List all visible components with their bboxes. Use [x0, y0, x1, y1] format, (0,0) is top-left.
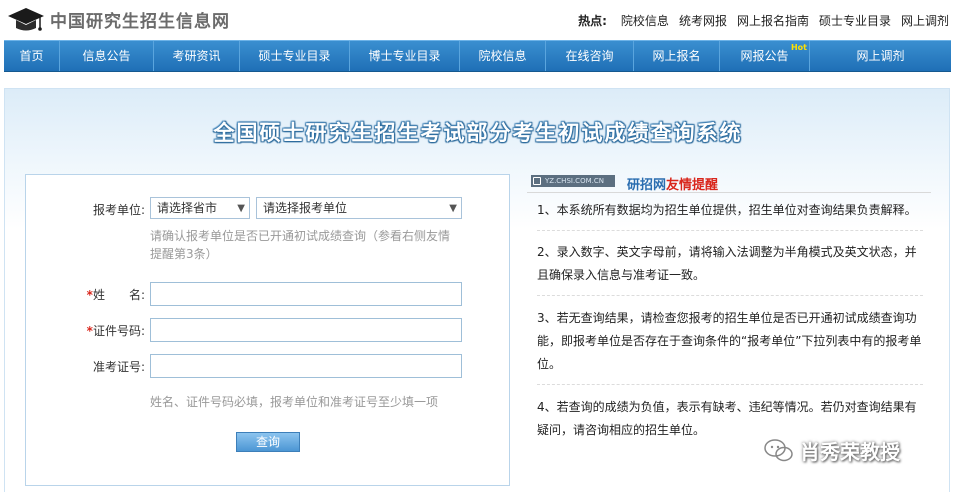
monitor-icon	[533, 177, 541, 185]
tips-panel: YZ.CHSI.COM.CN 研招网友情提醒 1、本系统所有数据均为招生单位提供…	[527, 169, 931, 469]
tips-tag-text: YZ.CHSI.COM.CN	[545, 177, 604, 185]
unit-select[interactable]: 请选择报考单位 ▼	[256, 197, 462, 219]
tips-tag: YZ.CHSI.COM.CN	[531, 175, 615, 187]
tips-title-brand: 研招网	[627, 178, 667, 193]
hot-link-master-catalog[interactable]: 硕士专业目录	[819, 12, 891, 29]
ticket-number-input[interactable]	[150, 354, 462, 378]
nav-item-register-notice[interactable]: 网报公告 Hot	[720, 41, 810, 71]
id-label: *证件号码:	[87, 322, 145, 339]
main-nav: 首页 信息公告 考研资讯 硕士专业目录 博士专业目录 院校信息 在线咨询 网上报…	[4, 40, 951, 72]
query-form: 报考单位: 请选择省市 ▼ 请选择报考单位 ▼ 请确认报考单位是否已开通初试成绩…	[25, 174, 510, 486]
nav-item-register-notice-label: 网报公告	[740, 49, 789, 63]
hot-link-exam-register[interactable]: 统考网报	[679, 12, 727, 29]
unit-label: 报考单位:	[92, 203, 145, 217]
nav-item-online-register[interactable]: 网上报名	[634, 41, 720, 71]
system-title: 全国硕士研究生招生考试部分考生初试成绩查询系统	[213, 121, 743, 145]
nav-item-home[interactable]: 首页	[4, 41, 60, 71]
tips-header: YZ.CHSI.COM.CN 研招网友情提醒	[527, 169, 931, 193]
id-row: *证件号码:	[26, 318, 511, 342]
wechat-icon	[764, 438, 794, 464]
id-number-input[interactable]	[150, 318, 462, 342]
hot-link-register-guide[interactable]: 网上报名指南	[737, 12, 809, 29]
tip-item: 1、本系统所有数据均为招生单位提供，招生单位对查询结果负责解释。	[537, 199, 923, 231]
chevron-down-icon: ▼	[237, 203, 245, 214]
watermark-text: 肖秀荣教授	[800, 440, 900, 464]
name-row: *姓 名:	[26, 282, 511, 306]
tip-item: 2、录入数字、英文字母前，请将输入法调整为半角模式及英文状态，并且确保录入信息与…	[537, 241, 923, 296]
ticket-label: 准考证号:	[92, 360, 145, 374]
watermark: 肖秀荣教授	[764, 436, 900, 465]
name-input[interactable]	[150, 282, 462, 306]
nav-item-schools[interactable]: 院校信息	[460, 41, 546, 71]
nav-item-adjustment[interactable]: 网上调剂	[810, 41, 951, 71]
province-select-value: 请选择省市	[157, 201, 218, 215]
site-logo[interactable]: 中国研究生招生信息网	[6, 4, 230, 34]
tips-title: 研招网友情提醒	[627, 174, 718, 193]
nav-item-exam-news[interactable]: 考研资讯	[154, 41, 240, 71]
nav-item-doctor-catalog[interactable]: 博士专业目录	[350, 41, 460, 71]
nav-item-announcements[interactable]: 信息公告	[60, 41, 154, 71]
id-label-text: 证件号码:	[92, 324, 145, 338]
hot-label: 热点:	[578, 14, 607, 28]
unit-row: 报考单位: 请选择省市 ▼ 请选择报考单位 ▼	[26, 197, 511, 221]
site-title: 中国研究生招生信息网	[50, 11, 230, 32]
score-query-panel: 全国硕士研究生招生考试部分考生初试成绩查询系统 报考单位: 请选择省市 ▼ 请选…	[4, 88, 950, 492]
hot-link-adjustment[interactable]: 网上调剂	[901, 12, 949, 29]
site-header: 中国研究生招生信息网 热点: 院校信息 统考网报 网上报名指南 硕士专业目录 网…	[0, 0, 953, 40]
name-label: *姓 名:	[87, 286, 145, 303]
name-label-text: 姓 名:	[92, 288, 145, 302]
province-select[interactable]: 请选择省市 ▼	[150, 197, 250, 219]
tip-item: 3、若无查询结果，请检查您报考的招生单位是否已开通初试成绩查询功能，即报考单位是…	[537, 307, 923, 385]
unit-hint: 请确认报考单位是否已开通初试成绩查询（参看右侧友情提醒第3条）	[150, 229, 451, 261]
chevron-down-icon: ▼	[449, 203, 457, 214]
hot-badge: Hot	[790, 43, 807, 52]
nav-item-master-catalog[interactable]: 硕士专业目录	[240, 41, 350, 71]
ticket-row: 准考证号:	[26, 354, 511, 378]
query-button[interactable]: 查询	[236, 432, 300, 452]
unit-select-value: 请选择报考单位	[263, 201, 348, 215]
tips-title-rest: 友情提醒	[666, 178, 719, 193]
required-hint: 姓名、证件号码必填，报考单位和准考证号至少填一项	[150, 395, 439, 409]
graduation-cap-icon	[6, 4, 46, 34]
nav-item-online-consult[interactable]: 在线咨询	[546, 41, 634, 71]
hot-link-schools[interactable]: 院校信息	[621, 12, 669, 29]
hot-links: 热点: 院校信息 统考网报 网上报名指南 硕士专业目录 网上调剂	[578, 12, 949, 29]
